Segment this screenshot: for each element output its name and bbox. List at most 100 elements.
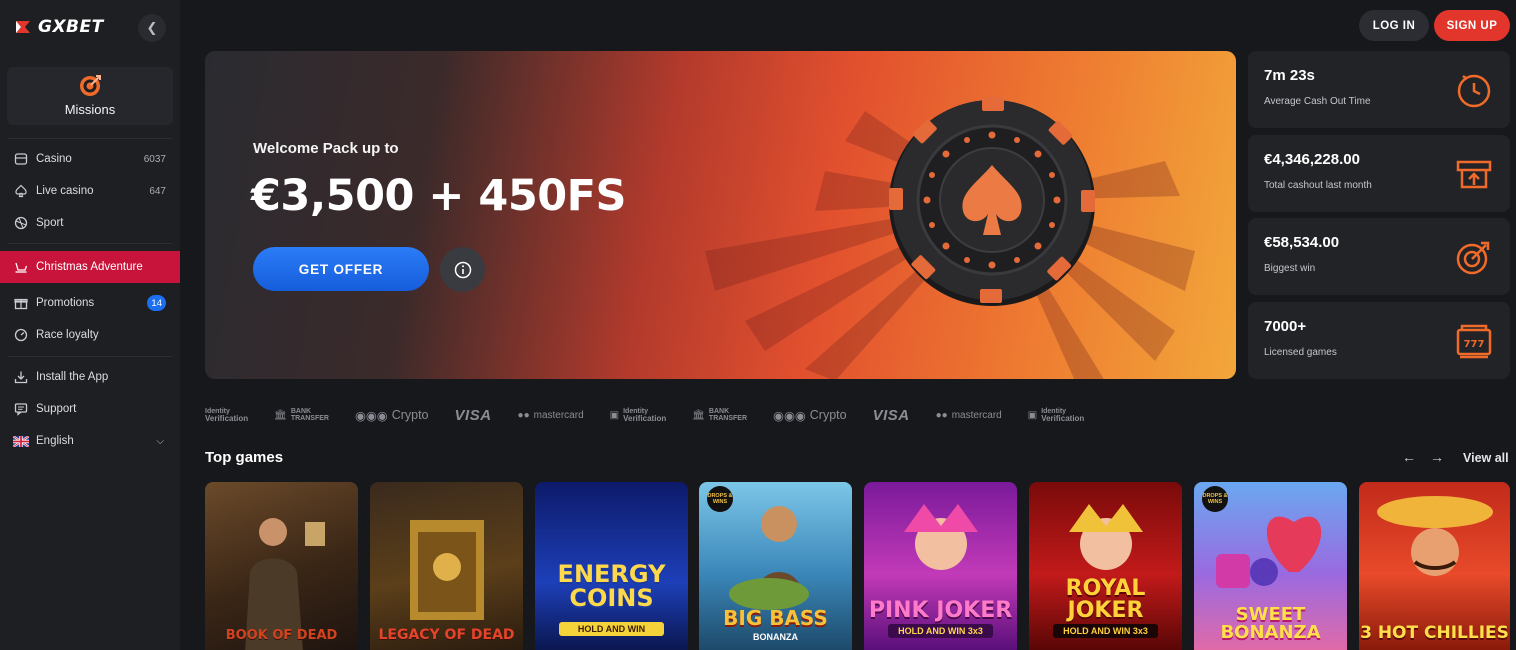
sidebar-item-race-loyalty[interactable]: Race loyalty bbox=[0, 319, 180, 351]
game-title: ROYAL JOKER bbox=[1065, 576, 1146, 623]
sidebar-item-label: Race loyalty bbox=[36, 329, 99, 341]
identity-verification-logo: ▣ Identity Verification bbox=[1027, 407, 1085, 423]
stat-card-total-cashout: €4,346,228.00 Total cashout last month bbox=[1248, 135, 1510, 212]
sidebar-item-label: Support bbox=[36, 403, 77, 415]
mastercard-logo: ●● mastercard bbox=[517, 409, 584, 421]
divider bbox=[8, 138, 172, 139]
visa-logo: VISA bbox=[872, 406, 910, 424]
coins-icon: ◉◉◉ bbox=[354, 408, 388, 423]
payment-methods-strip: Identity Verification 🏛 BANK TRANSFER ◉◉◉ … bbox=[205, 402, 1205, 428]
login-button[interactable]: LOG IN bbox=[1359, 10, 1429, 41]
language-label: English bbox=[36, 435, 74, 447]
drops-and-wins-badge: DROPS & WINS bbox=[707, 486, 733, 512]
language-selector[interactable]: English ⌵ bbox=[0, 425, 180, 457]
missions-card[interactable]: Missions bbox=[7, 67, 173, 125]
game-tile-energy-coins[interactable]: ENERGY COINS HOLD AND WIN bbox=[535, 482, 688, 650]
stat-value: €4,346,228.00 bbox=[1264, 151, 1360, 168]
game-title: 3 HOT CHILLIES bbox=[1360, 623, 1509, 643]
game-subtitle: HOLD AND WIN bbox=[559, 622, 664, 636]
divider bbox=[8, 243, 172, 244]
stat-label: Total cashout last month bbox=[1264, 180, 1372, 191]
logo-icon bbox=[16, 21, 30, 33]
crypto-logo: ◉◉◉ Crypto bbox=[354, 408, 429, 423]
game-tile-legacy-of-dead[interactable]: LEGACY OF DEAD bbox=[370, 482, 523, 650]
spade-icon bbox=[13, 183, 29, 199]
collapse-sidebar-button[interactable]: ❮ bbox=[138, 14, 166, 42]
game-tile-sweet-bonanza[interactable]: DROPS & WINS SWEET BONANZA bbox=[1194, 482, 1347, 650]
info-icon bbox=[454, 261, 471, 278]
poker-chip-illustration bbox=[889, 97, 1095, 306]
sidebar-item-casino[interactable]: Casino 6037 bbox=[0, 143, 180, 175]
game-title: LEGACY OF DEAD bbox=[378, 627, 515, 643]
id-icon: ▣ bbox=[1027, 409, 1038, 421]
sidebar-item-label: Promotions bbox=[36, 297, 95, 309]
download-icon bbox=[13, 369, 29, 385]
game-tile-big-bass-bonanza[interactable]: DROPS & WINS BIG BASS BONANZA bbox=[699, 482, 852, 650]
sidebar-item-support[interactable]: Support bbox=[0, 393, 180, 425]
game-art bbox=[410, 520, 484, 620]
game-tile-royal-joker[interactable]: ROYAL JOKER HOLD AND WIN 3x3 bbox=[1029, 482, 1182, 650]
sidebar-item-label: Install the App bbox=[36, 371, 109, 383]
sleigh-icon bbox=[13, 259, 29, 275]
game-title: SWEET BONANZA bbox=[1220, 604, 1321, 643]
info-button[interactable] bbox=[440, 247, 485, 292]
sidebar-item-promotions[interactable]: Promotions 14 bbox=[0, 287, 180, 319]
stat-card-licensed-games: 7000+ Licensed games 777 bbox=[1248, 302, 1510, 379]
live-casino-count: 647 bbox=[149, 185, 166, 197]
clock-icon bbox=[1457, 74, 1491, 108]
casino-icon bbox=[13, 151, 29, 167]
uk-flag-icon bbox=[13, 433, 29, 449]
identity-verification-logo: Identity Verification bbox=[205, 407, 249, 423]
chevron-left-icon: ❮ bbox=[146, 20, 158, 35]
sidebar-item-live-casino[interactable]: Live casino 647 bbox=[0, 175, 180, 207]
stat-value: €58,534.00 bbox=[1264, 234, 1340, 251]
sidebar: GXBET ❮ Missions Casino 6037 Live casino… bbox=[0, 0, 180, 650]
game-subtitle: BONANZA bbox=[753, 632, 798, 642]
target-icon bbox=[1456, 241, 1490, 275]
target-icon bbox=[80, 75, 101, 96]
sidebar-item-christmas-adventure[interactable]: Christmas Adventure bbox=[0, 251, 180, 283]
hero-banner[interactable]: Welcome Pack up to €3,500 + 450FS GET OF… bbox=[205, 51, 1236, 379]
coins-icon: ◉◉◉ bbox=[773, 408, 806, 423]
gift-icon bbox=[13, 295, 29, 311]
stat-value: 7m 23s bbox=[1264, 67, 1315, 84]
bank-icon: 🏛 bbox=[274, 409, 287, 421]
cashout-icon bbox=[1456, 160, 1492, 189]
mastercard-logo: ●● mastercard bbox=[935, 409, 1002, 421]
get-offer-button[interactable]: GET OFFER bbox=[253, 247, 429, 291]
brand-logo[interactable]: GXBET bbox=[12, 16, 104, 38]
carousel-prev-arrow-icon[interactable]: ← bbox=[1402, 449, 1416, 465]
top-games-title: Top games bbox=[205, 449, 284, 466]
game-tile-3-hot-chillies[interactable]: 3 HOT CHILLIES bbox=[1359, 482, 1510, 650]
sidebar-item-label: Sport bbox=[36, 217, 64, 229]
carousel-next-arrow-icon[interactable]: → bbox=[1430, 449, 1444, 465]
brand-name: GXBET bbox=[38, 17, 104, 37]
visa-logo: VISA bbox=[454, 406, 492, 424]
mastercard-icon: ●● bbox=[935, 409, 948, 421]
hero-subtitle: Welcome Pack up to bbox=[253, 140, 399, 157]
signup-button[interactable]: SIGN UP bbox=[1434, 10, 1510, 41]
missions-label: Missions bbox=[64, 102, 116, 117]
chat-icon bbox=[13, 401, 29, 417]
game-title: ENERGY COINS bbox=[557, 560, 666, 612]
game-title: PINK JOKER bbox=[868, 598, 1013, 623]
view-all-link[interactable]: View all bbox=[1463, 451, 1509, 465]
stat-label: Average Cash Out Time bbox=[1264, 96, 1371, 107]
stat-label: Biggest win bbox=[1264, 263, 1316, 274]
speedometer-icon bbox=[13, 327, 29, 343]
casino-count: 6037 bbox=[143, 153, 166, 165]
bank-transfer-logo: 🏛 BANK TRANSFER bbox=[692, 408, 748, 422]
bank-transfer-logo: 🏛 BANK TRANSFER bbox=[274, 408, 329, 422]
stat-label: Licensed games bbox=[1264, 347, 1337, 358]
slot-machine-icon: 777 bbox=[1456, 324, 1492, 359]
stat-card-cashout-time: 7m 23s Average Cash Out Time bbox=[1248, 51, 1510, 128]
svg-text:777: 777 bbox=[1464, 339, 1485, 350]
game-tile-book-of-dead[interactable]: BOOK OF DEAD bbox=[205, 482, 358, 650]
sidebar-item-sport[interactable]: Sport bbox=[0, 207, 180, 239]
hero-title: €3,500 + 450FS bbox=[251, 171, 627, 221]
game-tile-pink-joker[interactable]: PINK JOKER HOLD AND WIN 3x3 bbox=[864, 482, 1017, 650]
sidebar-item-install-app[interactable]: Install the App bbox=[0, 361, 180, 393]
drops-and-wins-badge: DROPS & WINS bbox=[1202, 486, 1228, 512]
game-subtitle: HOLD AND WIN 3x3 bbox=[1053, 624, 1158, 638]
stat-card-biggest-win: €58,534.00 Biggest win bbox=[1248, 218, 1510, 295]
